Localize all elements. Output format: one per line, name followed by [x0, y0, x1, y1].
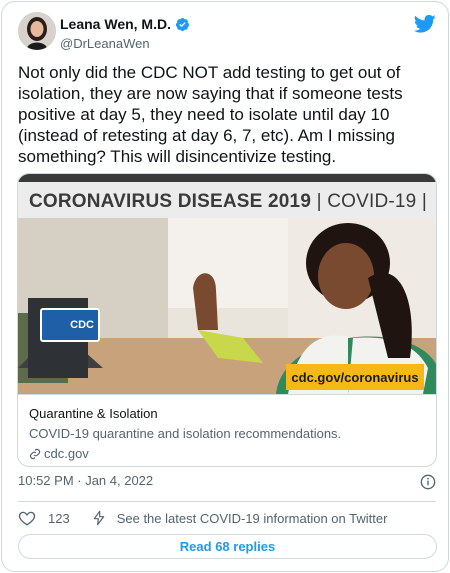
heart-icon[interactable] — [18, 509, 36, 527]
author-name[interactable]: Leana Wen, M.D. — [60, 16, 171, 32]
banner-text: CORONAVIRUS DISEASE 2019 | COVID-19 | — [28, 191, 428, 212]
cdc-logo: CDC — [40, 308, 100, 342]
link-description: COVID-19 quarantine and isolation recomm… — [29, 426, 342, 441]
tweet-header: Leana Wen, M.D. @DrLeanaWen — [18, 12, 436, 56]
link-domain-row[interactable]: cdc.gov — [29, 445, 427, 463]
twitter-bird-icon[interactable] — [414, 14, 436, 34]
tweet-timestamp[interactable]: 10:52 PM · Jan 4, 2022 — [18, 473, 153, 488]
link-preview-meta[interactable]: Quarantine & Isolation COVID-19 quaranti… — [18, 394, 436, 466]
author-handle[interactable]: @DrLeanaWen — [60, 36, 150, 51]
timestamp-row: 10:52 PM · Jan 4, 2022 — [18, 473, 436, 493]
avatar[interactable] — [18, 12, 56, 50]
info-icon[interactable] — [420, 474, 436, 490]
link-domain[interactable]: cdc.gov — [44, 445, 89, 463]
link-preview-card[interactable]: CORONAVIRUS DISEASE 2019 | COVID-19 | CD… — [17, 173, 437, 467]
avatar-image — [18, 12, 56, 50]
cdc-url-tag: cdc.gov/coronavirus — [286, 364, 424, 390]
banner-title: CORONAVIRUS DISEASE 2019 — [28, 191, 312, 212]
read-replies-button[interactable]: Read 68 replies — [18, 534, 437, 559]
divider — [18, 501, 436, 502]
actions-row: 123 See the latest COVID-19 information … — [18, 508, 436, 528]
link-icon — [29, 448, 41, 460]
cdc-banner: CORONAVIRUS DISEASE 2019 | COVID-19 | — [18, 174, 436, 218]
banner-subtitle: COVID-19 — [327, 191, 417, 212]
tweet-card: Leana Wen, M.D. @DrLeanaWen Not only did… — [1, 1, 449, 572]
link-title[interactable]: Quarantine & Isolation — [29, 405, 427, 423]
like-count[interactable]: 123 — [48, 511, 70, 526]
verified-badge-icon — [175, 17, 190, 31]
covid-info-link[interactable]: See the latest COVID-19 information on T… — [117, 511, 388, 526]
author-name-row[interactable]: Leana Wen, M.D. — [60, 16, 190, 32]
bolt-icon — [93, 510, 104, 526]
tweet-text: Not only did the CDC NOT add testing to … — [18, 63, 408, 166]
cdc-logo-text: CDC — [70, 319, 94, 331]
